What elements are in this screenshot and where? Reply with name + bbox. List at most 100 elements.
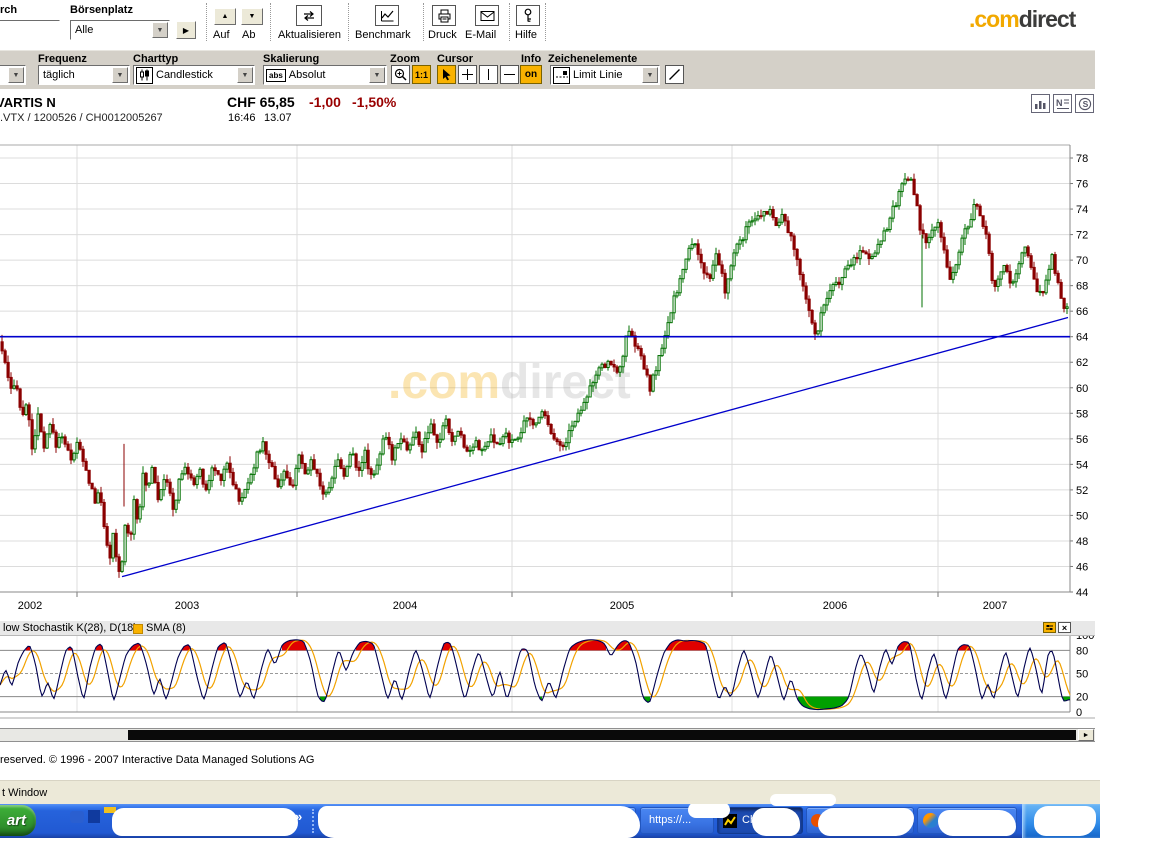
last-price: CHF 65,85 [227,94,295,110]
draw-line-button[interactable] [665,65,684,84]
start-button[interactable]: art [0,805,36,836]
printer-icon [437,9,452,23]
hilfe-button[interactable] [516,5,540,26]
zeitraum-select-clipped[interactable]: ▼ [0,65,26,85]
chart-view-button[interactable] [1031,94,1050,113]
chevron-down-icon[interactable]: ▼ [8,67,24,83]
search-label: rch [0,4,17,16]
benchmark-label: Benchmark [355,29,411,41]
news-button[interactable]: N [1053,94,1072,113]
crosshair-icon [461,68,474,81]
druck-button[interactable] [432,5,456,26]
cursor-arrow-icon [441,68,452,81]
sma-legend-swatch [133,624,143,634]
scrollbar-thumb[interactable] [128,730,1076,740]
taskbar-separator [312,809,314,833]
svg-text:72: 72 [1076,230,1088,242]
snapshot-button[interactable]: S [1075,94,1094,113]
envelope-icon [480,10,495,22]
quote-time: 16:46 [228,112,256,124]
frequenz-value: täglich [43,69,75,81]
svg-text:50: 50 [1076,669,1088,681]
benchmark-button[interactable] [375,5,399,26]
firefox-icon [923,813,938,828]
chevron-down-icon[interactable]: ▼ [112,67,128,83]
main-price-chart[interactable]: 787674727068666462605856545250484644.com… [0,140,1100,618]
taskbar-url-text: https://... [649,814,691,826]
chevron-down-icon[interactable]: ▼ [237,67,253,83]
svg-text:74: 74 [1076,204,1088,216]
boersenplatz-value: Alle [75,24,93,36]
vertical-line-icon [482,68,495,81]
svg-text:2002: 2002 [18,600,42,612]
comdirect-chart-app: rch Börsenplatz Alle ▼ ▶ ▲ ▼ Auf Ab Aktu… [0,0,1152,864]
toolbar-separator [206,3,207,41]
boersenplatz-select[interactable]: Alle ▼ [70,20,170,40]
cursor-hline-button[interactable] [500,65,519,84]
email-button[interactable] [475,5,499,26]
info-label: Info [521,53,541,65]
chevron-down-icon[interactable]: ▼ [152,22,168,38]
stochastic-header-label: low Stochastik K(28), D(18) [3,622,137,634]
close-icon: × [1062,623,1067,633]
zoom-ratio-label: 1:1 [415,70,428,80]
skalierung-select[interactable]: abs Absolut ▼ [263,65,387,85]
charttyp-label: Charttyp [133,53,178,65]
chart-hscrollbar[interactable]: ► [0,728,1095,742]
svg-text:2006: 2006 [823,600,847,612]
search-input[interactable] [0,20,60,38]
svg-text:N: N [1056,98,1063,108]
quote-date: 13.07 [264,112,292,124]
quicklaunch-icon[interactable] [70,811,84,823]
toolbar-separator [270,3,271,41]
bar-chart-icon [1034,98,1047,110]
instrument-header: VARTIS N .VTX / 1200526 / CH0012005267 C… [0,92,1152,138]
aktualisieren-button[interactable] [296,5,322,26]
cursor-label: Cursor [437,53,473,65]
quicklaunch-icon[interactable] [88,810,100,823]
redaction-blob [318,806,640,838]
stochastic-settings-button[interactable] [1043,622,1056,633]
boersenplatz-label: Börsenplatz [70,4,133,16]
frequenz-select[interactable]: täglich ▼ [38,65,130,85]
charttyp-select[interactable]: Candlestick ▼ [133,65,255,85]
stochastic-close-button[interactable]: × [1058,622,1071,633]
zoom-in-button[interactable] [391,65,410,84]
svg-text:70: 70 [1076,255,1088,267]
skalierung-label: Skalierung [263,53,319,65]
chevron-down-icon[interactable]: ▼ [369,67,385,83]
info-on-button[interactable]: on [520,65,542,84]
zoom-1-1-button[interactable]: 1:1 [412,65,431,84]
redaction-blob [1034,806,1096,836]
svg-text:52: 52 [1076,485,1088,497]
toolbar-separator [545,3,546,41]
arrow-down-icon: ▼ [249,13,256,20]
redaction-blob [938,810,1016,836]
cursor-cross-button[interactable] [458,65,477,84]
change-percent: -1,50% [352,94,396,110]
boersenplatz-go-button[interactable]: ▶ [176,21,196,39]
redaction-blob [752,808,800,836]
cursor-arrow-button[interactable] [437,65,456,84]
svg-text:78: 78 [1076,153,1088,165]
aktualisieren-label: Aktualisieren [278,29,341,41]
svg-text:0: 0 [1076,707,1082,719]
zeichen-value: Limit Linie [573,69,623,81]
email-label: E-Mail [465,29,496,41]
zeichenelemente-select[interactable]: Limit Linie ▼ [550,65,660,85]
scrollbar-right-arrow[interactable]: ► [1078,729,1094,741]
ab-button[interactable]: ▼ [241,8,263,25]
redaction-blob [818,808,914,836]
sma-legend-label: SMA (8) [146,622,186,634]
svg-text:48: 48 [1076,536,1088,548]
svg-text:60: 60 [1076,383,1088,395]
svg-text:56: 56 [1076,434,1088,446]
redaction-blob [112,808,298,836]
svg-text:2005: 2005 [610,600,634,612]
svg-text:2007: 2007 [983,600,1007,612]
chevron-down-icon[interactable]: ▼ [642,67,658,83]
start-label: art [7,812,26,829]
cursor-vline-button[interactable] [479,65,498,84]
auf-button[interactable]: ▲ [214,8,236,25]
svg-text:44: 44 [1076,587,1088,599]
